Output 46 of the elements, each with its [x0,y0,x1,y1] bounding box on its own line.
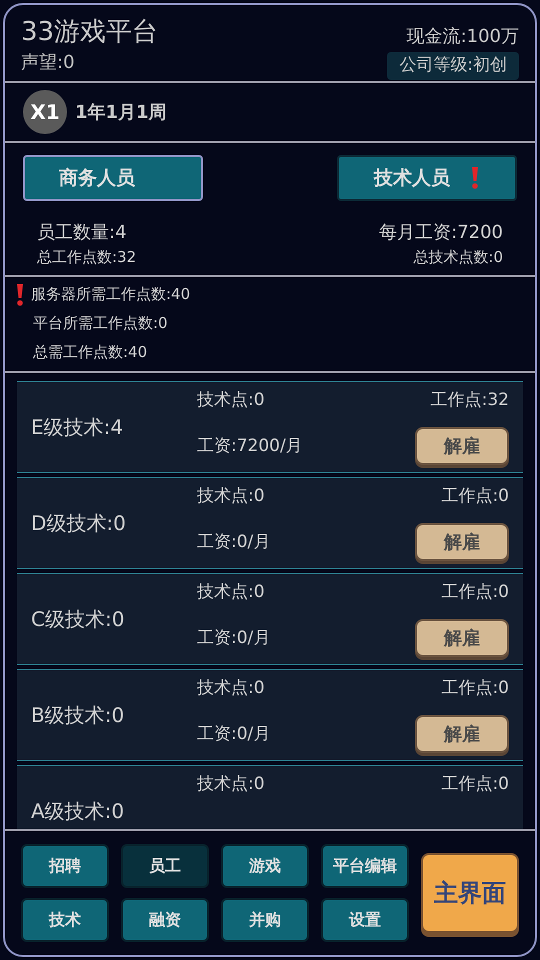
nav-button[interactable]: 设置 [321,898,409,942]
company-level-badge: 公司等级:初创 [387,52,519,80]
work-points-text: 工作点:32 [430,388,509,412]
nav-button[interactable]: 融资 [121,898,209,942]
work-points-text: 工作点:0 [440,484,509,508]
salary-text: 工资:0/月 [197,530,272,554]
work-points-text: 工作点:0 [440,676,509,700]
tech-points-text: 技术点:0 [197,676,266,700]
salary-text: 工资:7200/月 [197,434,304,458]
tech-points-text: 技术点:0 [197,772,266,796]
total-tech-points-text: 总技术点数:0 [412,247,503,268]
requirement-text: 服务器所需工作点数:40 [31,284,190,306]
salary-text: 工资:0/月 [197,626,272,650]
nav-button[interactable]: 平台编辑 [321,844,409,888]
grade-text: C级技术:0 [31,606,126,632]
staff-tab[interactable]: 技术人员 [337,155,517,201]
nav-button[interactable]: 员工 [121,844,209,888]
tech-points-text: 技术点:0 [197,388,266,412]
fire-button[interactable]: 解雇 [415,523,509,562]
nav-button[interactable]: 游戏 [221,844,309,888]
total-work-points-text: 总工作点数:32 [37,247,138,268]
grade-text: A级技术:0 [31,798,126,824]
nav-button[interactable]: 技术 [21,898,109,942]
cash-flow-text: 现金流:100万 [406,25,519,49]
fire-button[interactable]: 解雇 [415,427,509,466]
tech-points-text: 技术点:0 [197,484,266,508]
requirement-text: 平台所需工作点数:0 [33,313,168,334]
grade-text: E级技术:4 [31,414,124,440]
staff-tab[interactable]: 商务人员 [23,155,203,201]
monthly-salary-text: 每月工资:7200 [378,221,503,245]
grade-text: D级技术:0 [31,510,127,536]
nav-button[interactable]: 并购 [221,898,309,942]
fire-button[interactable]: 解雇 [415,619,509,658]
work-points-text: 工作点:0 [440,772,509,796]
tech-points-text: 技术点:0 [197,580,266,604]
fire-button[interactable]: 解雇 [415,715,509,754]
reputation-text: 声望:0 [21,51,76,75]
staff-count-text: 员工数量:4 [37,221,128,245]
requirement-text: 总需工作点数:40 [33,342,148,364]
date-text: 1年1月1周 [75,100,167,124]
grade-text: B级技术:0 [31,702,126,728]
speed-button[interactable]: X1 [23,90,67,134]
work-points-text: 工作点:0 [440,580,509,604]
platform-title: 33游戏平台 [21,16,158,49]
salary-text: 工资:0/月 [197,722,272,746]
nav-button[interactable]: 招聘 [21,844,109,888]
